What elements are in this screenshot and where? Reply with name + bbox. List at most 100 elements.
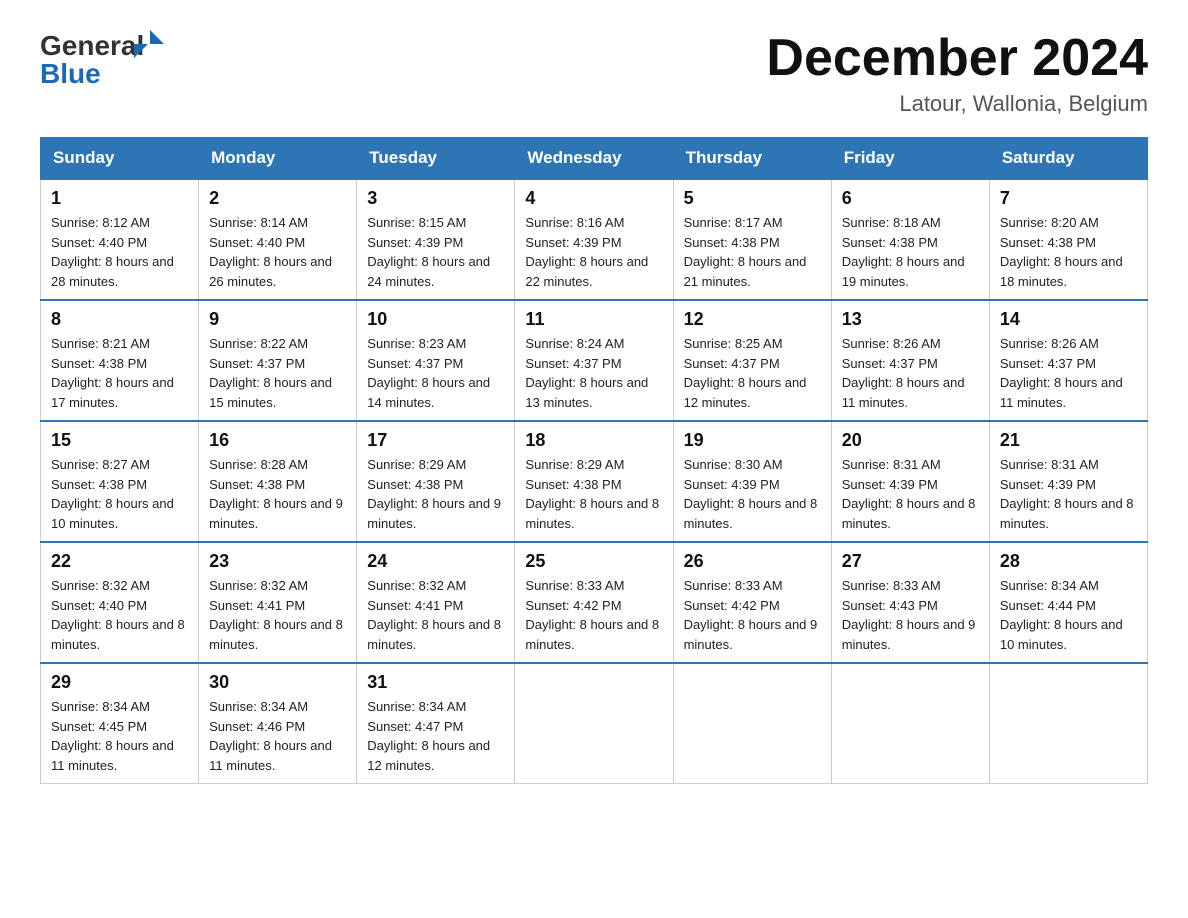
- day-number: 10: [367, 309, 504, 330]
- calendar-cell: 18 Sunrise: 8:29 AM Sunset: 4:38 PM Dayl…: [515, 421, 673, 542]
- weekday-header-row: Sunday Monday Tuesday Wednesday Thursday…: [41, 138, 1148, 180]
- day-info: Sunrise: 8:33 AM Sunset: 4:43 PM Dayligh…: [842, 576, 979, 654]
- day-info: Sunrise: 8:26 AM Sunset: 4:37 PM Dayligh…: [842, 334, 979, 412]
- calendar-cell: [515, 663, 673, 784]
- calendar-cell: 14 Sunrise: 8:26 AM Sunset: 4:37 PM Dayl…: [989, 300, 1147, 421]
- header-thursday: Thursday: [673, 138, 831, 180]
- header-friday: Friday: [831, 138, 989, 180]
- calendar-cell: 4 Sunrise: 8:16 AM Sunset: 4:39 PM Dayli…: [515, 179, 673, 300]
- day-info: Sunrise: 8:17 AM Sunset: 4:38 PM Dayligh…: [684, 213, 821, 291]
- calendar-cell: 30 Sunrise: 8:34 AM Sunset: 4:46 PM Dayl…: [199, 663, 357, 784]
- day-info: Sunrise: 8:32 AM Sunset: 4:40 PM Dayligh…: [51, 576, 188, 654]
- calendar-cell: [673, 663, 831, 784]
- month-title: December 2024: [766, 30, 1148, 87]
- day-number: 7: [1000, 188, 1137, 209]
- day-number: 2: [209, 188, 346, 209]
- day-info: Sunrise: 8:21 AM Sunset: 4:38 PM Dayligh…: [51, 334, 188, 412]
- day-number: 20: [842, 430, 979, 451]
- day-info: Sunrise: 8:29 AM Sunset: 4:38 PM Dayligh…: [367, 455, 504, 533]
- header-tuesday: Tuesday: [357, 138, 515, 180]
- day-info: Sunrise: 8:34 AM Sunset: 4:45 PM Dayligh…: [51, 697, 188, 775]
- calendar-cell: 28 Sunrise: 8:34 AM Sunset: 4:44 PM Dayl…: [989, 542, 1147, 663]
- day-number: 11: [525, 309, 662, 330]
- day-info: Sunrise: 8:14 AM Sunset: 4:40 PM Dayligh…: [209, 213, 346, 291]
- calendar-week-2: 8 Sunrise: 8:21 AM Sunset: 4:38 PM Dayli…: [41, 300, 1148, 421]
- calendar-cell: 17 Sunrise: 8:29 AM Sunset: 4:38 PM Dayl…: [357, 421, 515, 542]
- calendar-cell: 19 Sunrise: 8:30 AM Sunset: 4:39 PM Dayl…: [673, 421, 831, 542]
- day-number: 27: [842, 551, 979, 572]
- day-info: Sunrise: 8:22 AM Sunset: 4:37 PM Dayligh…: [209, 334, 346, 412]
- day-info: Sunrise: 8:31 AM Sunset: 4:39 PM Dayligh…: [842, 455, 979, 533]
- day-number: 4: [525, 188, 662, 209]
- day-info: Sunrise: 8:34 AM Sunset: 4:47 PM Dayligh…: [367, 697, 504, 775]
- calendar-cell: 20 Sunrise: 8:31 AM Sunset: 4:39 PM Dayl…: [831, 421, 989, 542]
- calendar-cell: 13 Sunrise: 8:26 AM Sunset: 4:37 PM Dayl…: [831, 300, 989, 421]
- calendar-cell: 15 Sunrise: 8:27 AM Sunset: 4:38 PM Dayl…: [41, 421, 199, 542]
- logo-icon: [148, 34, 164, 58]
- calendar-cell: 31 Sunrise: 8:34 AM Sunset: 4:47 PM Dayl…: [357, 663, 515, 784]
- calendar-cell: 7 Sunrise: 8:20 AM Sunset: 4:38 PM Dayli…: [989, 179, 1147, 300]
- day-info: Sunrise: 8:27 AM Sunset: 4:38 PM Dayligh…: [51, 455, 188, 533]
- day-number: 28: [1000, 551, 1137, 572]
- calendar-cell: 27 Sunrise: 8:33 AM Sunset: 4:43 PM Dayl…: [831, 542, 989, 663]
- header-monday: Monday: [199, 138, 357, 180]
- day-number: 15: [51, 430, 188, 451]
- day-number: 12: [684, 309, 821, 330]
- day-number: 23: [209, 551, 346, 572]
- day-info: Sunrise: 8:18 AM Sunset: 4:38 PM Dayligh…: [842, 213, 979, 291]
- day-number: 1: [51, 188, 188, 209]
- day-info: Sunrise: 8:26 AM Sunset: 4:37 PM Dayligh…: [1000, 334, 1137, 412]
- day-number: 3: [367, 188, 504, 209]
- calendar-cell: 1 Sunrise: 8:12 AM Sunset: 4:40 PM Dayli…: [41, 179, 199, 300]
- day-number: 26: [684, 551, 821, 572]
- day-info: Sunrise: 8:28 AM Sunset: 4:38 PM Dayligh…: [209, 455, 346, 533]
- calendar-week-5: 29 Sunrise: 8:34 AM Sunset: 4:45 PM Dayl…: [41, 663, 1148, 784]
- day-number: 18: [525, 430, 662, 451]
- calendar-week-3: 15 Sunrise: 8:27 AM Sunset: 4:38 PM Dayl…: [41, 421, 1148, 542]
- calendar-cell: 29 Sunrise: 8:34 AM Sunset: 4:45 PM Dayl…: [41, 663, 199, 784]
- calendar-cell: [831, 663, 989, 784]
- title-area: December 2024 Latour, Wallonia, Belgium: [766, 30, 1148, 117]
- day-number: 22: [51, 551, 188, 572]
- calendar-cell: 26 Sunrise: 8:33 AM Sunset: 4:42 PM Dayl…: [673, 542, 831, 663]
- day-number: 14: [1000, 309, 1137, 330]
- page-header: General Blue December 2024 Latour, Wallo…: [40, 30, 1148, 117]
- day-info: Sunrise: 8:34 AM Sunset: 4:44 PM Dayligh…: [1000, 576, 1137, 654]
- calendar-cell: 9 Sunrise: 8:22 AM Sunset: 4:37 PM Dayli…: [199, 300, 357, 421]
- header-wednesday: Wednesday: [515, 138, 673, 180]
- logo-blue-text: Blue: [40, 58, 101, 89]
- day-info: Sunrise: 8:31 AM Sunset: 4:39 PM Dayligh…: [1000, 455, 1137, 533]
- day-number: 24: [367, 551, 504, 572]
- calendar-cell: 10 Sunrise: 8:23 AM Sunset: 4:37 PM Dayl…: [357, 300, 515, 421]
- calendar-cell: 22 Sunrise: 8:32 AM Sunset: 4:40 PM Dayl…: [41, 542, 199, 663]
- day-number: 29: [51, 672, 188, 693]
- calendar-cell: 23 Sunrise: 8:32 AM Sunset: 4:41 PM Dayl…: [199, 542, 357, 663]
- day-number: 16: [209, 430, 346, 451]
- day-info: Sunrise: 8:24 AM Sunset: 4:37 PM Dayligh…: [525, 334, 662, 412]
- calendar-cell: 3 Sunrise: 8:15 AM Sunset: 4:39 PM Dayli…: [357, 179, 515, 300]
- day-info: Sunrise: 8:34 AM Sunset: 4:46 PM Dayligh…: [209, 697, 346, 775]
- day-number: 6: [842, 188, 979, 209]
- calendar-cell: 5 Sunrise: 8:17 AM Sunset: 4:38 PM Dayli…: [673, 179, 831, 300]
- day-info: Sunrise: 8:25 AM Sunset: 4:37 PM Dayligh…: [684, 334, 821, 412]
- calendar-cell: 16 Sunrise: 8:28 AM Sunset: 4:38 PM Dayl…: [199, 421, 357, 542]
- calendar-cell: 8 Sunrise: 8:21 AM Sunset: 4:38 PM Dayli…: [41, 300, 199, 421]
- calendar-cell: 21 Sunrise: 8:31 AM Sunset: 4:39 PM Dayl…: [989, 421, 1147, 542]
- calendar-table: Sunday Monday Tuesday Wednesday Thursday…: [40, 137, 1148, 784]
- calendar-week-1: 1 Sunrise: 8:12 AM Sunset: 4:40 PM Dayli…: [41, 179, 1148, 300]
- day-number: 9: [209, 309, 346, 330]
- day-number: 31: [367, 672, 504, 693]
- day-info: Sunrise: 8:29 AM Sunset: 4:38 PM Dayligh…: [525, 455, 662, 533]
- day-info: Sunrise: 8:20 AM Sunset: 4:38 PM Dayligh…: [1000, 213, 1137, 291]
- header-sunday: Sunday: [41, 138, 199, 180]
- day-info: Sunrise: 8:23 AM Sunset: 4:37 PM Dayligh…: [367, 334, 504, 412]
- day-info: Sunrise: 8:15 AM Sunset: 4:39 PM Dayligh…: [367, 213, 504, 291]
- calendar-cell: 6 Sunrise: 8:18 AM Sunset: 4:38 PM Dayli…: [831, 179, 989, 300]
- location-subtitle: Latour, Wallonia, Belgium: [766, 91, 1148, 117]
- calendar-cell: 12 Sunrise: 8:25 AM Sunset: 4:37 PM Dayl…: [673, 300, 831, 421]
- calendar-cell: [989, 663, 1147, 784]
- day-info: Sunrise: 8:12 AM Sunset: 4:40 PM Dayligh…: [51, 213, 188, 291]
- calendar-cell: 24 Sunrise: 8:32 AM Sunset: 4:41 PM Dayl…: [357, 542, 515, 663]
- day-number: 8: [51, 309, 188, 330]
- logo-triangle-top: [150, 30, 164, 44]
